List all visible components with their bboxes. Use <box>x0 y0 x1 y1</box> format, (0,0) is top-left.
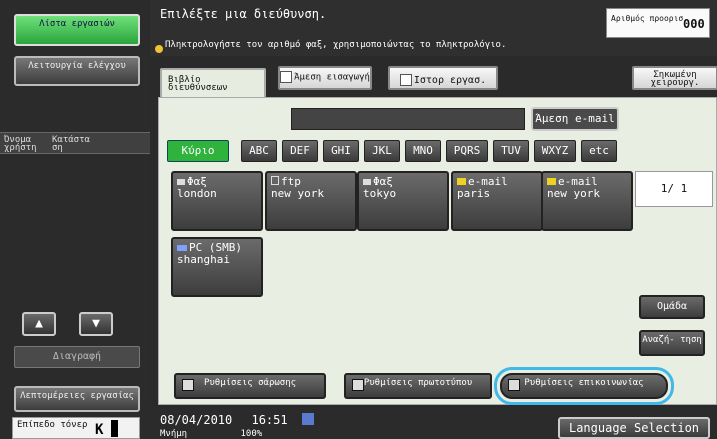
language-selection-button[interactable]: Language Selection <box>558 417 710 439</box>
destination-counter: Αριθμός προορισ. 000 <box>606 8 710 38</box>
counter-label: Αριθμός προορισ. <box>611 14 689 23</box>
index-main[interactable]: Κύριο <box>167 140 229 162</box>
header: Επιλέξτε μια διεύθυνση. Πληκτρολογήστε τ… <box>150 0 717 56</box>
counter-value: 000 <box>683 17 705 31</box>
original-settings-label: Ρυθμίσεις πρωτοτύπου <box>363 378 473 388</box>
index-def[interactable]: DEF <box>282 140 318 162</box>
tab-history-label: Ιστορ εργασ. <box>413 75 487 86</box>
history-icon <box>399 74 412 86</box>
tab-address-book[interactable]: Βιβλίο διευθύνσεων <box>160 68 266 98</box>
hint-message: Πληκτρολογήστε τον αριθμό φαξ, χρησιμοπο… <box>155 40 507 53</box>
index-etc[interactable]: etc <box>581 140 617 162</box>
search-button[interactable]: Αναζή- τηση <box>639 330 705 356</box>
communication-settings-label: Ρυθμίσεις επικοινωνίας <box>524 378 644 388</box>
hint-text: Πληκτρολογήστε τον αριθμό φαξ, χρησιμοπο… <box>165 40 507 50</box>
destination-name: paris <box>457 187 491 200</box>
scan-settings-button[interactable]: Ρυθμίσεις σάρωσης <box>174 373 326 399</box>
pc-icon <box>177 245 187 251</box>
tab-direct-label: Άμεση εισαγωγή <box>294 72 370 83</box>
scroll-up-button[interactable]: ▲ <box>22 312 56 336</box>
direct-email-button[interactable]: Άμεση e-mail <box>531 107 619 131</box>
index-pqrs[interactable]: PQRS <box>446 140 488 162</box>
date-text: 08/04/2010 <box>160 413 233 427</box>
index-ghi[interactable]: GHI <box>323 140 359 162</box>
destination-london[interactable]: Φαξ london <box>171 171 263 231</box>
toner-bar <box>111 420 118 437</box>
destination-name: tokyo <box>363 187 397 200</box>
page-indicator: 1/ 1 <box>635 171 713 207</box>
lightbulb-icon <box>155 45 163 53</box>
job-list-button[interactable]: Λίστα εργασιών <box>14 14 140 46</box>
ftp-icon <box>271 176 279 185</box>
copier-screen: Λίστα εργασιών Λειτουργία ελέγχου Όνομα … <box>0 0 717 439</box>
destination-new-york-email[interactable]: e-mail new york <box>541 171 633 231</box>
destination-tokyo[interactable]: Φαξ tokyo <box>357 171 449 231</box>
page-current: 1/ <box>660 182 674 195</box>
left-column: Λίστα εργασιών Λειτουργία ελέγχου Όνομα … <box>0 0 150 439</box>
tab-job-history[interactable]: Ιστορ εργασ. <box>388 66 498 90</box>
memory-status: Μνήμη 100% <box>160 429 262 439</box>
communication-settings-button[interactable]: Ρυθμίσεις επικοινωνίας <box>494 367 674 405</box>
group-button[interactable]: Ομάδα <box>639 295 705 319</box>
address-book-panel: Άμεση e-mail Κύριο ABC DEF GHI JKL MNO P… <box>158 97 717 405</box>
fax-icon <box>177 179 185 185</box>
arrow-up-icon: ▲ <box>35 316 43 331</box>
job-details-button[interactable]: Λεπτομέρειες εργασίας <box>14 386 140 412</box>
original-icon <box>352 379 364 391</box>
scan-icon <box>182 379 194 391</box>
scan-settings-label: Ρυθμίσεις σάρωσης <box>203 378 297 388</box>
original-settings-button[interactable]: Ρυθμίσεις πρωτοτύπου <box>344 373 492 399</box>
memory-label: Μνήμη <box>160 429 188 439</box>
user-name-header: Όνομα χρήστη <box>4 135 37 153</box>
network-status-icon <box>302 413 314 425</box>
destination-paris[interactable]: e-mail paris <box>451 171 543 231</box>
communication-icon <box>508 379 520 391</box>
index-wxyz[interactable]: WXYZ <box>534 140 576 162</box>
destination-name: shanghai <box>177 253 230 266</box>
destination-new-york-ftp[interactable]: ftp new york <box>265 171 357 231</box>
page-title: Επιλέξτε μια διεύθυνση. <box>160 7 327 21</box>
tab-bar: Βιβλίο διευθύνσεων Άμεση εισαγωγή Ιστορ … <box>156 62 717 98</box>
toner-level-label: Επίπεδο τόνερ <box>17 420 88 430</box>
memory-value: 100% <box>240 429 263 439</box>
destination-name: london <box>177 187 217 200</box>
keyboard-icon <box>280 71 293 83</box>
delete-button[interactable]: Διαγραφή <box>14 346 140 368</box>
index-mno[interactable]: MNO <box>405 140 441 162</box>
email-icon <box>547 178 556 185</box>
toner-color-letter: K <box>95 422 104 438</box>
datetime: 08/04/2010 16:51 <box>160 413 288 427</box>
arrow-down-icon: ▼ <box>92 316 100 331</box>
index-tuv[interactable]: TUV <box>493 140 529 162</box>
destination-shanghai[interactable]: PC (SMB) shanghai <box>171 237 263 297</box>
fax-icon <box>363 179 371 185</box>
tab-direct-input[interactable]: Άμεση εισαγωγή <box>278 66 372 90</box>
index-abc[interactable]: ABC <box>241 140 277 162</box>
check-mode-button[interactable]: Λειτουργία ελέγχου <box>14 56 140 86</box>
time-text: 16:51 <box>251 413 288 427</box>
search-input[interactable] <box>291 108 525 130</box>
index-jkl[interactable]: JKL <box>364 140 400 162</box>
page-total: 1 <box>680 182 688 195</box>
toner-level: Επίπεδο τόνερ K <box>12 417 140 439</box>
email-icon <box>457 178 466 185</box>
status-header: Κατάστα ση <box>52 135 90 153</box>
tab-manual[interactable]: Σηκωμένη χειρουργ. <box>632 66 717 90</box>
index-tabs: Κύριο ABC DEF GHI JKL MNO PQRS TUV WXYZ … <box>167 140 712 162</box>
destination-name: new york <box>271 187 324 200</box>
status-bar: 08/04/2010 16:51 Μνήμη 100% Language Sel… <box>150 407 717 439</box>
destination-name: new york <box>547 187 600 200</box>
job-list-header: Όνομα χρήστη Κατάστα ση <box>0 132 150 154</box>
scroll-down-button[interactable]: ▼ <box>79 312 113 336</box>
